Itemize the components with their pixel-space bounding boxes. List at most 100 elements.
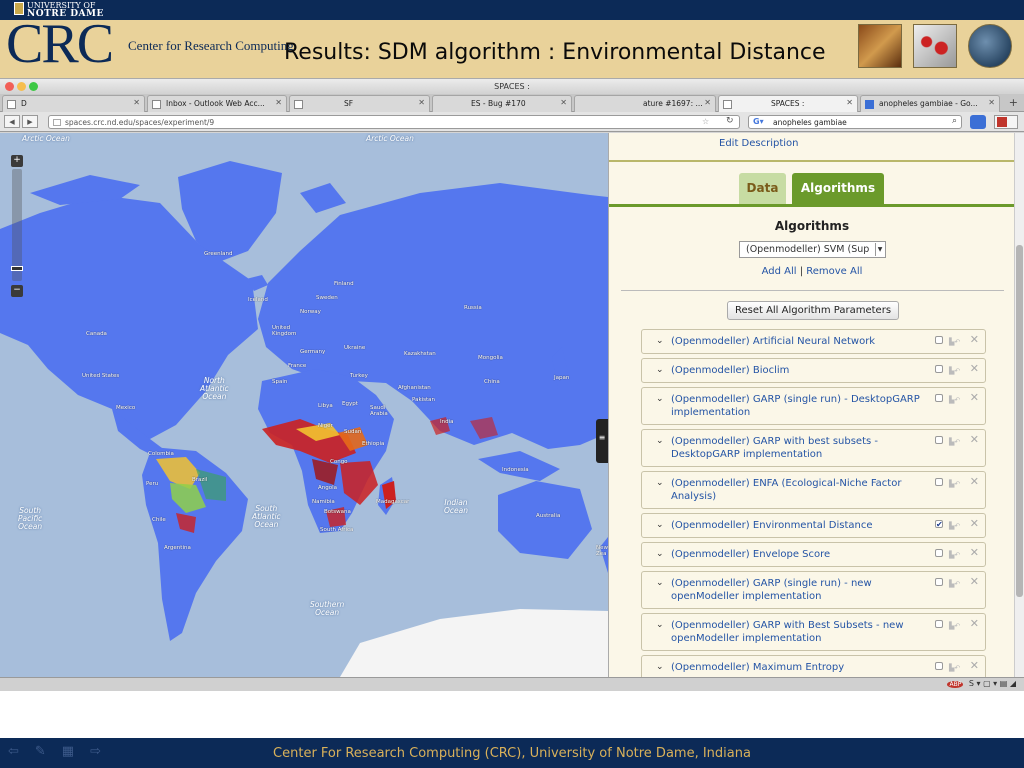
algorithm-item[interactable]: ⌄ (Openmodeller) Bioclim ▙↶ ✕	[641, 358, 986, 383]
close-window-button[interactable]	[5, 82, 14, 91]
algorithm-select[interactable]: (Openmodeller) SVM (Sup ▼	[739, 241, 886, 258]
algorithm-item[interactable]: ⌄ (Openmodeller) GARP with best subsets -…	[641, 429, 986, 467]
skype-icon[interactable]: S ▾	[969, 679, 981, 688]
forward-arrow-icon[interactable]: ▶	[22, 115, 38, 128]
algorithm-name[interactable]: (Openmodeller) Bioclim	[656, 364, 933, 377]
edit-params-icon[interactable]: ▙↶	[949, 336, 965, 346]
chevron-down-icon[interactable]: ⌄	[656, 619, 664, 632]
remove-all-link[interactable]: Remove All	[806, 266, 862, 277]
checkbox-icon[interactable]	[935, 394, 943, 402]
algorithm-name[interactable]: (Openmodeller) Envelope Score	[656, 548, 933, 561]
algorithm-name[interactable]: (Openmodeller) GARP with best subsets - …	[656, 435, 933, 461]
close-icon[interactable]: ✕	[970, 517, 979, 530]
close-icon[interactable]: ✕	[970, 333, 979, 346]
zoom-window-button[interactable]	[29, 82, 38, 91]
browser-tab[interactable]: Inbox - Outlook Web Acc... ✕	[147, 95, 287, 112]
zoom-slider-track[interactable]	[12, 169, 22, 281]
close-icon[interactable]: ✕	[970, 433, 979, 446]
reset-parameters-button[interactable]: Reset All Algorithm Parameters	[727, 301, 899, 320]
star-icon[interactable]: ☆	[702, 117, 709, 126]
algorithm-name[interactable]: (Openmodeller) GARP with Best Subsets - …	[656, 619, 933, 645]
checkbox-icon[interactable]	[935, 365, 943, 373]
algorithm-name[interactable]: (Openmodeller) Artificial Neural Network	[656, 335, 933, 348]
close-icon[interactable]: ✕	[970, 575, 979, 588]
edit-params-icon[interactable]: ▙↶	[949, 620, 965, 630]
search-icon[interactable]: ⌕	[952, 116, 957, 126]
edit-params-icon[interactable]: ▙↶	[949, 662, 965, 672]
algorithm-name[interactable]: (Openmodeller) GARP (single run) - Deskt…	[656, 393, 933, 419]
chevron-down-icon[interactable]: ⌄	[656, 477, 664, 490]
browser-tab[interactable]: anopheles gambiae - Go... ✕	[860, 95, 1000, 112]
zoom-slider-handle[interactable]	[11, 266, 23, 271]
close-tab-icon[interactable]: ✕	[133, 98, 140, 107]
reload-icon[interactable]: ↻	[726, 116, 734, 126]
chevron-down-icon[interactable]: ⌄	[656, 548, 664, 561]
checkbox-icon[interactable]	[935, 662, 943, 670]
algorithm-name[interactable]: (Openmodeller) Environmental Distance	[656, 519, 933, 532]
tab-data[interactable]: Data	[739, 173, 786, 204]
algorithm-name[interactable]: (Openmodeller) Maximum Entropy	[656, 661, 933, 674]
edit-params-icon[interactable]: ▙↶	[949, 549, 965, 559]
algorithm-item[interactable]: ⌄ (Openmodeller) Environmental Distance ✔ ▙…	[641, 513, 986, 538]
algorithm-name[interactable]: (Openmodeller) GARP (single run) - new o…	[656, 577, 933, 603]
edit-params-icon[interactable]: ▙↶	[949, 436, 965, 446]
close-tab-icon[interactable]: ✕	[704, 98, 711, 107]
close-tab-icon[interactable]: ✕	[988, 98, 995, 107]
close-tab-icon[interactable]: ✕	[418, 98, 425, 107]
panel-icon[interactable]: ▤	[1000, 679, 1008, 688]
browser-tab[interactable]: ES - Bug #170 ✕	[432, 95, 572, 112]
adblock-icon[interactable]: ABP	[947, 681, 964, 688]
chevron-down-icon[interactable]: ⌄	[656, 393, 664, 406]
checkbox-icon[interactable]	[935, 578, 943, 586]
browser-tab-active[interactable]: SPACES : ✕	[718, 95, 858, 112]
chevron-down-icon[interactable]: ⌄	[656, 577, 664, 590]
browser-tab[interactable]: ature #1697: ... ✕	[574, 95, 716, 112]
add-all-link[interactable]: Add All	[762, 266, 797, 277]
window-icon[interactable]: ▢ ▾	[983, 679, 997, 688]
algorithm-name[interactable]: (Openmodeller) ENFA (Ecological-Niche Fa…	[656, 477, 933, 503]
chevron-down-icon[interactable]: ⌄	[656, 364, 664, 377]
extension-icon[interactable]	[970, 115, 986, 129]
algorithm-item[interactable]: ⌄ (Openmodeller) Envelope Score ▙↶ ✕	[641, 542, 986, 567]
close-icon[interactable]: ✕	[970, 362, 979, 375]
species-distribution-map[interactable]: Arctic Ocean Arctic Ocean North Atlantic…	[0, 133, 608, 677]
algorithm-item[interactable]: ⌄ (Openmodeller) Maximum Entropy ▙↶ ✕	[641, 655, 986, 677]
checkbox-icon[interactable]	[935, 436, 943, 444]
url-bar[interactable]: spaces.crc.nd.edu/spaces/experiment/9	[48, 115, 740, 129]
checkbox-icon[interactable]	[935, 620, 943, 628]
checkbox-icon[interactable]	[935, 478, 943, 486]
checkbox-icon[interactable]	[935, 549, 943, 557]
algorithm-item[interactable]: ⌄ (Openmodeller) GARP (single run) - Desk…	[641, 387, 986, 425]
checkbox-icon[interactable]	[935, 336, 943, 344]
new-tab-button[interactable]: +	[1009, 96, 1018, 109]
chevron-down-icon[interactable]: ⌄	[656, 661, 664, 674]
search-input[interactable]: G▾ anopheles gambiae ⌕	[748, 115, 962, 129]
resize-icon[interactable]: ◢	[1010, 679, 1016, 688]
close-tab-icon[interactable]: ✕	[275, 98, 282, 107]
page-scrollbar[interactable]	[1014, 133, 1024, 677]
algorithm-item[interactable]: ⌄ (Openmodeller) GARP (single run) - new …	[641, 571, 986, 609]
edit-params-icon[interactable]: ▙↶	[949, 478, 965, 488]
browser-tab[interactable]: D ✕	[2, 95, 145, 112]
edit-params-icon[interactable]: ▙↶	[949, 394, 965, 404]
algorithm-item[interactable]: ⌄ (Openmodeller) GARP with Best Subsets -…	[641, 613, 986, 651]
browser-tab[interactable]: SF ✕	[289, 95, 430, 112]
layers-icon[interactable]: ≡	[596, 419, 608, 463]
edit-params-icon[interactable]: ▙↶	[949, 520, 965, 530]
minimize-window-button[interactable]	[17, 82, 26, 91]
close-icon[interactable]: ✕	[970, 391, 979, 404]
scrollbar-thumb[interactable]	[1016, 245, 1023, 597]
close-tab-icon[interactable]: ✕	[560, 98, 567, 107]
back-arrow-icon[interactable]: ◀	[4, 115, 20, 128]
algorithm-item[interactable]: ⌄ (Openmodeller) ENFA (Ecological-Niche F…	[641, 471, 986, 509]
chevron-down-icon[interactable]: ⌄	[656, 435, 664, 448]
zoom-out-button[interactable]: −	[11, 285, 23, 297]
algorithm-item[interactable]: ⌄ (Openmodeller) Artificial Neural Networ…	[641, 329, 986, 354]
close-icon[interactable]: ✕	[970, 475, 979, 488]
zoom-in-button[interactable]: +	[11, 155, 23, 167]
edit-params-icon[interactable]: ▙↶	[949, 365, 965, 375]
chevron-down-icon[interactable]: ⌄	[656, 335, 664, 348]
addon-menu-button[interactable]	[994, 115, 1018, 129]
chevron-down-icon[interactable]: ⌄	[656, 519, 664, 532]
checkbox-icon[interactable]: ✔	[935, 520, 943, 529]
